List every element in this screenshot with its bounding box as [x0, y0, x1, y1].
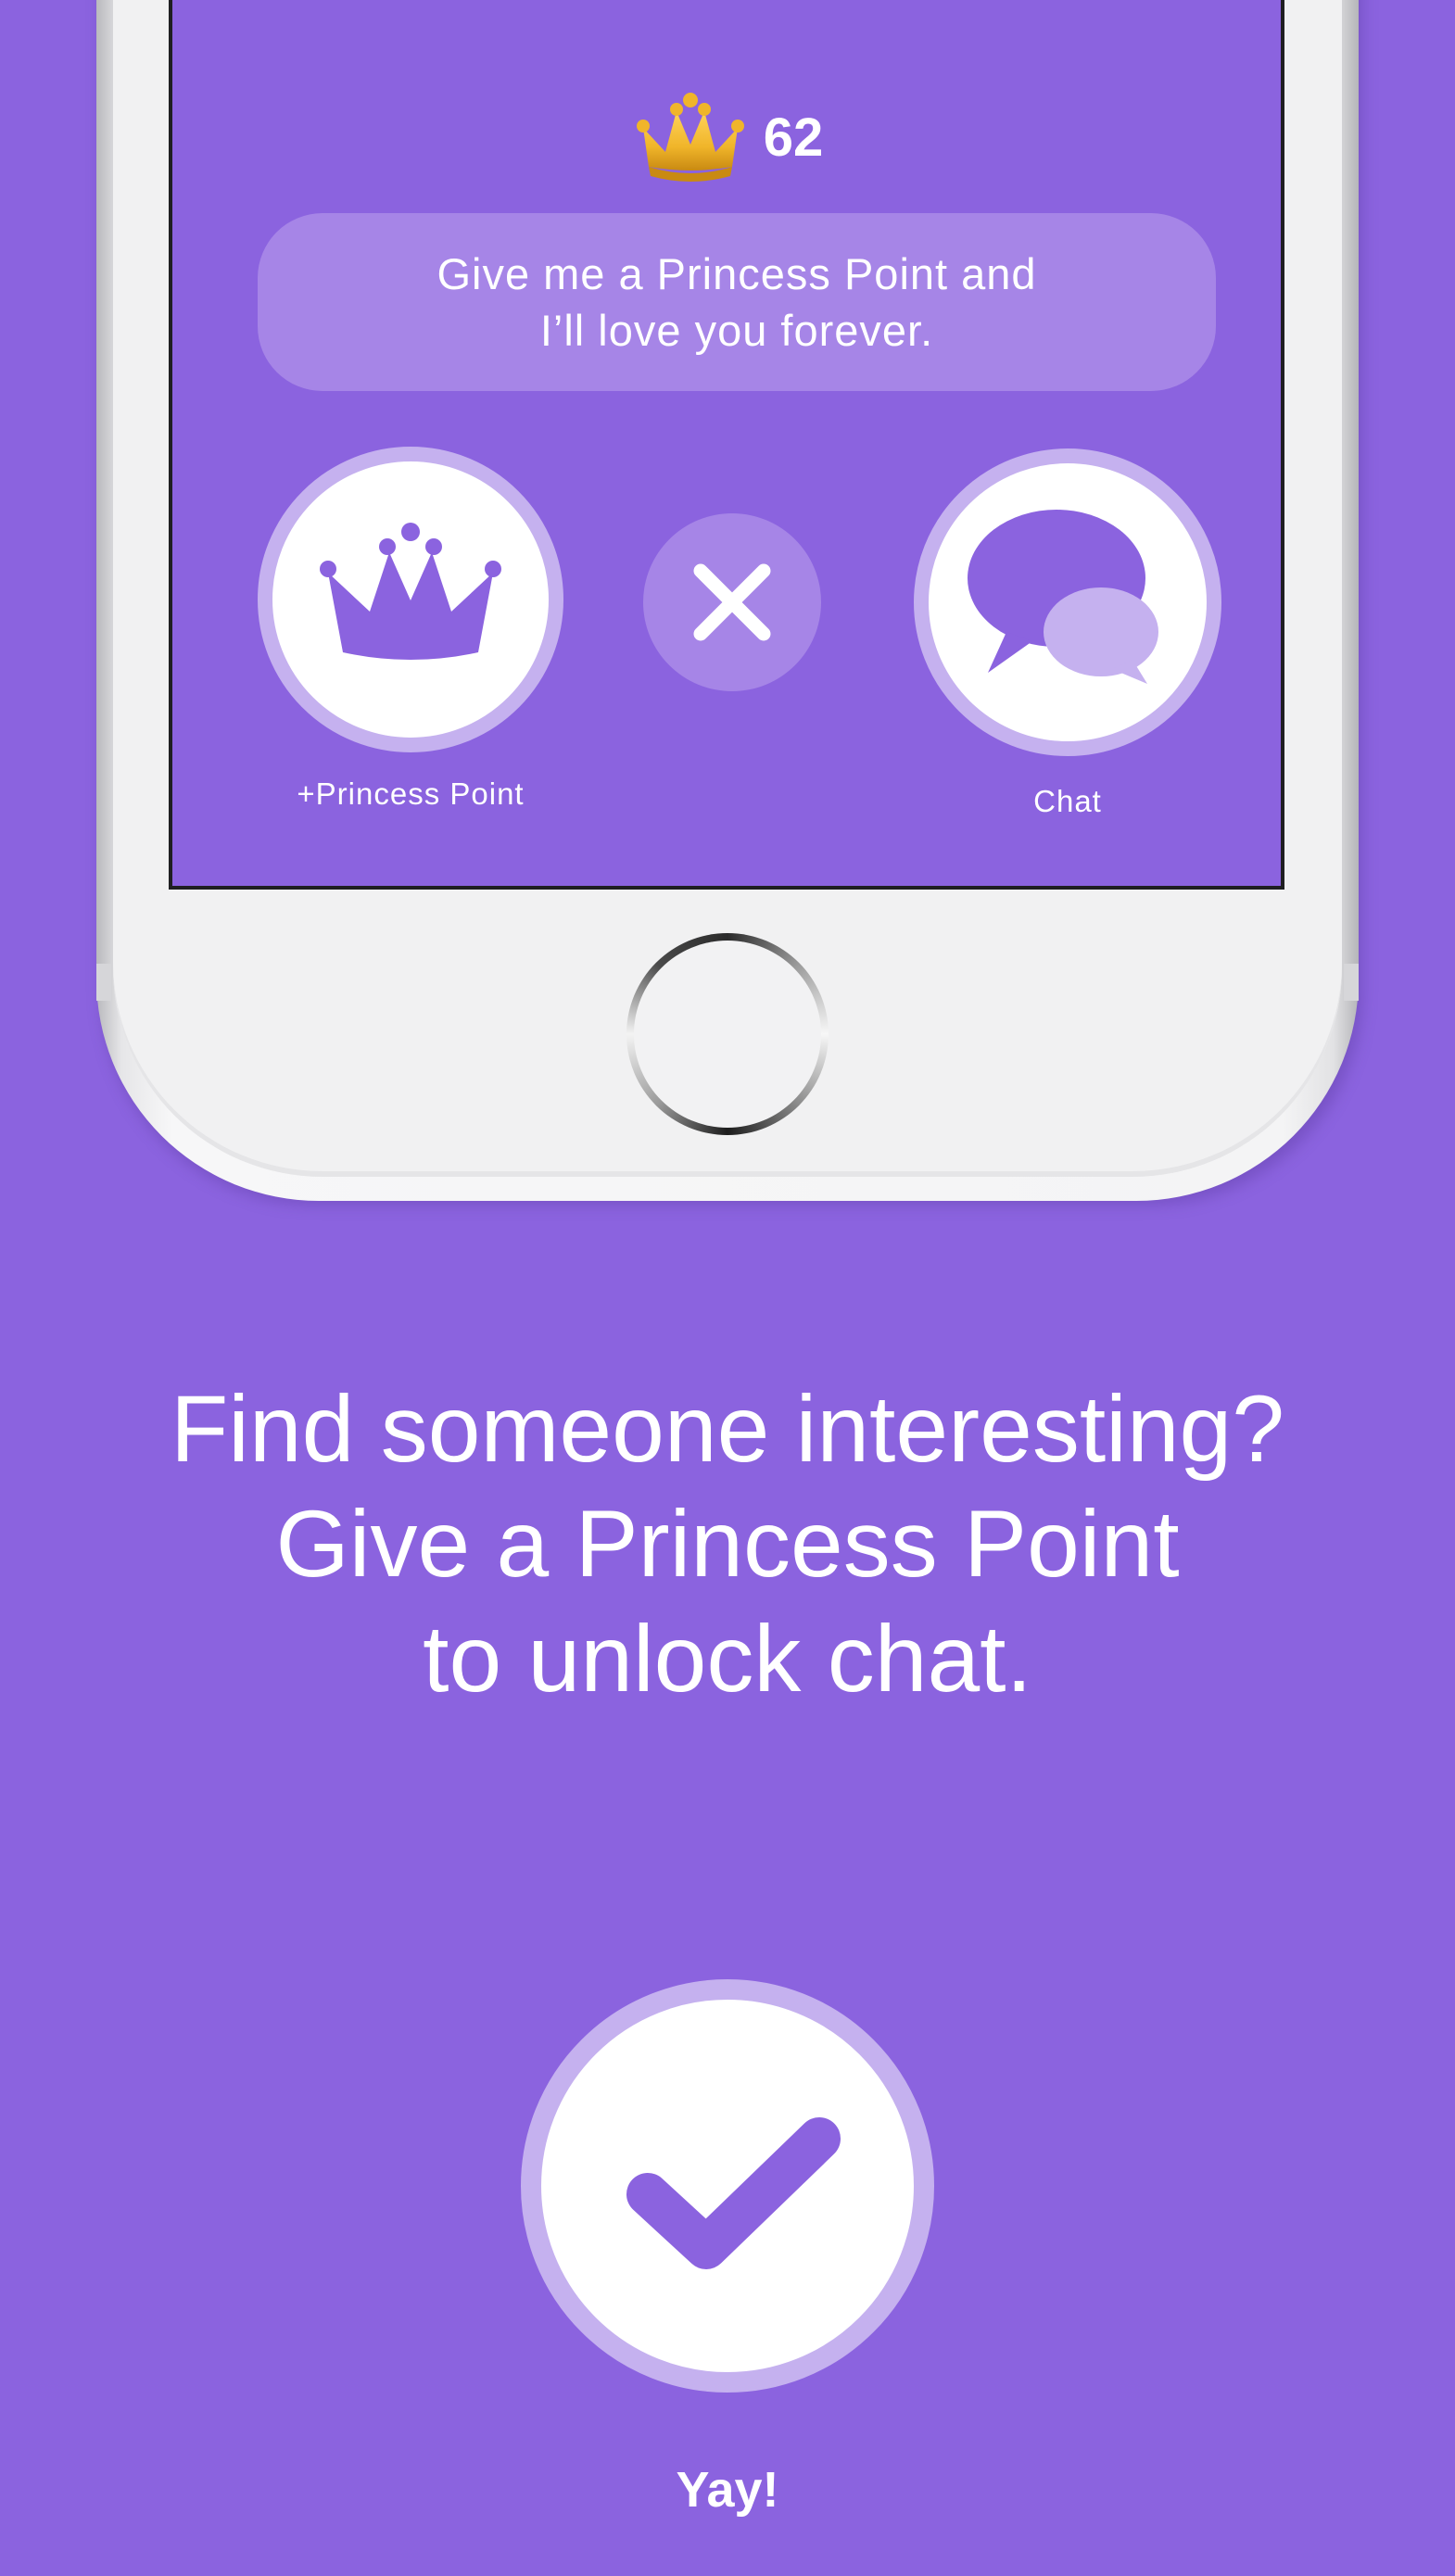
- princess-point-score: 62: [763, 107, 824, 168]
- phone-side-button-right: [1344, 964, 1359, 1001]
- yay-confirm-button[interactable]: [521, 1979, 934, 2393]
- give-princess-point-label: +Princess Point: [297, 777, 525, 811]
- profile-message-bubble: Give me a Princess Point and I’ll love y…: [258, 213, 1216, 391]
- gold-crown-icon: [636, 93, 744, 182]
- dismiss-button[interactable]: [643, 513, 821, 691]
- crown-icon: [320, 523, 501, 660]
- phone-screen: 62 Give me a Princess Point and I’ll lov…: [169, 0, 1284, 890]
- chat-bubbles-icon: [968, 510, 1158, 684]
- chat-label: Chat: [1033, 784, 1102, 818]
- phone-side-button-left: [96, 964, 111, 1001]
- home-button: [626, 933, 829, 1135]
- profile-message-text: Give me a Princess Point and I’ll love y…: [436, 249, 1037, 355]
- chat-button[interactable]: [914, 448, 1221, 756]
- onboarding-page: 62 Give me a Princess Point and I’ll lov…: [0, 0, 1455, 2576]
- home-button-face: [634, 941, 821, 1128]
- yay-label: Yay!: [676, 2462, 779, 2518]
- score-row: 62: [172, 91, 1281, 183]
- close-icon: [693, 563, 771, 641]
- give-princess-point-button[interactable]: [258, 447, 563, 752]
- checkmark-icon: [626, 2117, 841, 2269]
- onboarding-headline: Find someone interesting? Give a Princes…: [170, 1376, 1285, 1711]
